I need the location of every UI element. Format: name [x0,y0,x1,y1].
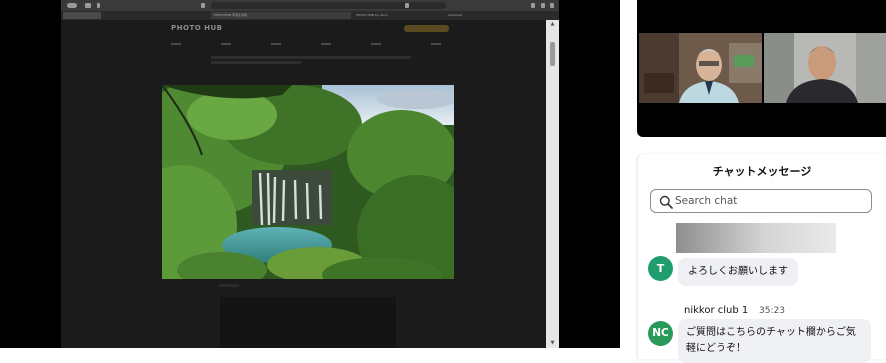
reload-icon [405,3,409,8]
sidebar-icon [85,3,91,8]
waterfall-photo-graphic [162,85,454,279]
site-logo: PHOTO HUB [171,24,223,32]
participant-video-a [639,33,762,103]
redacted-message [676,223,836,253]
message-text-line: ご質問はこちらのチャット欄からご気 [686,327,856,338]
page-text-line [219,284,239,287]
scroll-thumb[interactable] [550,42,555,66]
address-bar [211,2,446,9]
new-tab-icon [541,3,545,8]
chat-title: チャットメッセージ [712,165,812,178]
shared-screen: PHOTOHUB 写真を共有 PHOTO HUB by nikon photoh… [0,0,620,348]
web-page: PHOTO HUB [61,20,546,348]
header-badge [404,25,449,32]
participant-video-b [764,33,886,103]
search-icon [659,195,673,209]
shield-icon [201,3,205,8]
nav-item [371,43,381,45]
nav-item [321,43,331,45]
nav-item [431,43,441,45]
message-sender: nikkor club 1 [684,305,749,316]
nav-item [221,43,231,45]
nav-item [271,43,281,45]
site-nav [171,43,491,49]
message-timestamp: 35:23 [759,306,785,316]
search-input[interactable] [675,190,865,212]
chat-panel: チャットメッセージ T よろしくお願いします NC nikkor club 1 … [638,154,886,363]
tabs-overview-icon [550,3,554,8]
page-scrollbar[interactable]: ▲ ▼ [546,20,559,348]
chat-search[interactable] [650,189,872,213]
spacer [620,0,637,359]
page-card [220,297,396,348]
browser-tab-bar: PHOTOHUB 写真を共有 PHOTO HUB by nikon photoh… [61,11,559,20]
scroll-up-icon[interactable]: ▲ [549,22,556,27]
tab-3: photohub [448,13,463,17]
chat-message-bubble: よろしくお願いします [678,258,798,286]
waterfall-photo [162,85,454,279]
chat-message-bubble: ご質問はこちらのチャット欄からご気 軽にどうぞ！ [678,319,871,363]
participant-video-tile[interactable] [764,33,886,103]
browser-toolbar [61,0,559,11]
back-icon [97,3,100,8]
window-controls [67,3,77,8]
nav-item [171,43,181,45]
scroll-down-icon[interactable]: ▼ [549,341,556,346]
favorites-bar [63,12,101,19]
tab-2: PHOTO HUB by nikon [356,13,388,17]
shared-browser-window: PHOTOHUB 写真を共有 PHOTO HUB by nikon photoh… [61,0,559,348]
share-icon [531,3,535,8]
page-text-line [211,56,411,59]
page-text-line [211,61,301,64]
participant-video-tile[interactable] [639,33,762,103]
avatar: NC [648,321,673,346]
avatar: T [648,256,673,281]
tab-1: PHOTOHUB 写真を共有 [211,12,351,19]
video-grid [637,0,886,137]
message-text-line: 軽にどうぞ！ [686,343,746,354]
